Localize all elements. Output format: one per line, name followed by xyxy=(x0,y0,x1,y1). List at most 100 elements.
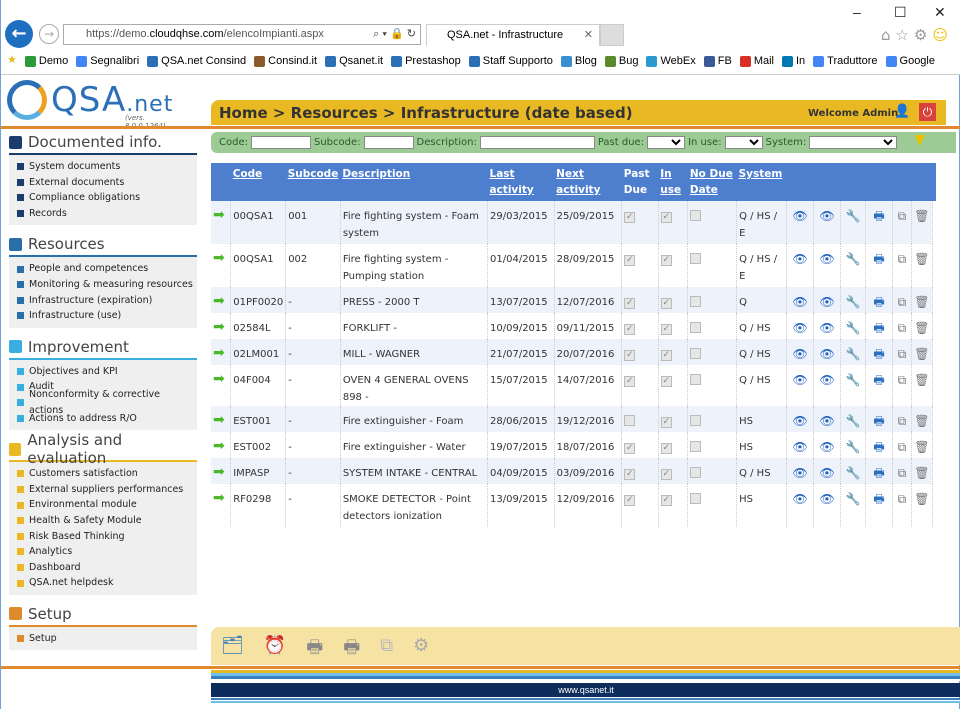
copy-icon[interactable]: ⧉ xyxy=(898,295,907,309)
sidebar-section-documented-info-[interactable]: Documented info. xyxy=(9,133,197,155)
new-tab-button[interactable] xyxy=(600,24,624,46)
sidebar-item[interactable]: Records xyxy=(17,206,197,222)
edit-wrench-icon[interactable]: 🔧 xyxy=(846,295,861,309)
copy-icon[interactable]: ⧉ xyxy=(898,466,907,480)
browser-tab[interactable]: QSA.net - Infrastructure ✕ xyxy=(426,24,600,46)
view-icon[interactable]: 👁 xyxy=(793,414,808,428)
sidebar-item[interactable]: Analytics xyxy=(17,544,197,560)
view-details-icon[interactable]: 👁 xyxy=(819,466,834,480)
delete-trash-icon[interactable]: 🗑 xyxy=(914,440,929,454)
minimize-button[interactable]: – xyxy=(853,4,861,20)
sidebar-section-setup[interactable]: Setup xyxy=(9,605,197,627)
delete-trash-icon[interactable]: 🗑 xyxy=(914,209,929,223)
open-row-cell[interactable]: ➡ xyxy=(211,484,232,527)
bookmark-item[interactable]: Prestashop xyxy=(391,53,461,69)
delete-trash-icon[interactable]: 🗑 xyxy=(914,492,929,506)
bookmark-item[interactable]: In xyxy=(781,53,805,69)
sidebar-item[interactable]: Health & Safety Module xyxy=(17,513,197,529)
print-icon[interactable]: 🖶 xyxy=(873,414,884,428)
delete-trash-icon[interactable]: 🗑 xyxy=(914,252,929,266)
open-row-cell[interactable]: ➡ xyxy=(211,339,232,365)
system-select[interactable] xyxy=(809,136,898,149)
print-icon[interactable]: 🖶 xyxy=(873,373,884,387)
edit-wrench-icon[interactable]: 🔧 xyxy=(846,347,861,361)
view-details-icon[interactable]: 👁 xyxy=(819,209,834,223)
copy-icon[interactable]: ⧉ xyxy=(380,635,393,665)
sidebar-section-analysis-and-evaluation[interactable]: Analysis and evaluation xyxy=(9,431,197,467)
view-details-icon[interactable]: 👁 xyxy=(819,321,834,335)
bookmark-item[interactable]: WebEx xyxy=(646,53,696,69)
sidebar-section-resources[interactable]: Resources xyxy=(9,235,197,258)
print-icon[interactable]: 🖶 xyxy=(873,209,884,223)
view-details-icon[interactable]: 👁 xyxy=(819,414,834,428)
copy-icon[interactable]: ⧉ xyxy=(898,373,907,387)
view-details-icon[interactable]: 👁 xyxy=(819,347,834,361)
view-details-icon[interactable]: 👁 xyxy=(819,440,834,454)
print-icon[interactable]: 🖶 xyxy=(873,347,884,361)
column-header-label[interactable]: In use xyxy=(660,168,681,196)
sidebar-item[interactable]: QSA.net helpdesk xyxy=(17,575,197,591)
open-row-cell[interactable]: ➡ xyxy=(211,365,232,406)
alarm-clock-icon[interactable]: ⏰ xyxy=(264,635,286,665)
open-row-cell[interactable]: ➡ xyxy=(211,458,232,484)
bookmark-item[interactable]: Traduttore xyxy=(813,53,878,69)
sidebar-item[interactable]: Customers satisfaction xyxy=(17,466,197,482)
sidebar-item[interactable]: Setup xyxy=(17,631,197,647)
search-lock-refresh-icon[interactable]: ⌕ ▾ 🔒 ↻ xyxy=(373,27,416,41)
column-header[interactable]: Description xyxy=(340,163,488,201)
subcode-input[interactable] xyxy=(363,136,414,149)
edit-wrench-icon[interactable]: 🔧 xyxy=(846,209,861,223)
column-header[interactable]: System xyxy=(736,163,787,201)
delete-trash-icon[interactable]: 🗑 xyxy=(914,414,929,428)
view-icon[interactable]: 👁 xyxy=(793,373,808,387)
forward-button[interactable]: → xyxy=(39,24,59,44)
open-arrow-icon[interactable]: ➡ xyxy=(213,464,225,480)
open-arrow-icon[interactable]: ➡ xyxy=(213,345,225,361)
delete-trash-icon[interactable]: 🗑 xyxy=(914,321,929,335)
edit-wrench-icon[interactable]: 🔧 xyxy=(846,373,861,387)
view-icon[interactable]: 👁 xyxy=(793,466,808,480)
open-row-cell[interactable]: ➡ xyxy=(211,406,232,432)
column-header[interactable]: In use xyxy=(658,163,688,201)
column-header-label[interactable]: Last activity xyxy=(490,168,534,196)
open-arrow-icon[interactable]: ➡ xyxy=(213,207,225,223)
copy-icon[interactable]: ⧉ xyxy=(898,440,907,454)
sidebar-item[interactable]: External suppliers performances xyxy=(17,482,197,498)
copy-icon[interactable]: ⧉ xyxy=(898,347,907,361)
open-row-cell[interactable]: ➡ xyxy=(211,244,232,287)
delete-trash-icon[interactable]: 🗑 xyxy=(914,347,929,361)
bookmark-item[interactable]: Staff Supporto xyxy=(468,53,553,69)
sidebar-item[interactable]: Infrastructure (expiration) xyxy=(17,293,197,309)
view-details-icon[interactable]: 👁 xyxy=(819,373,834,387)
delete-trash-icon[interactable]: 🗑 xyxy=(914,295,929,309)
in-use-select[interactable] xyxy=(724,136,763,149)
print-icon[interactable]: 🖶 xyxy=(873,295,884,309)
bookmark-item[interactable]: Segnalibri xyxy=(76,53,139,69)
sidebar-item[interactable]: Compliance obligations xyxy=(17,190,197,206)
close-button[interactable]: ✕ xyxy=(934,4,946,21)
edit-wrench-icon[interactable]: 🔧 xyxy=(846,492,861,506)
bookmark-item[interactable]: Blog xyxy=(560,53,597,69)
footer-link[interactable]: www.qsanet.it xyxy=(211,683,960,697)
favorites-star-icon[interactable]: ★ xyxy=(7,53,17,69)
open-arrow-icon[interactable]: ➡ xyxy=(213,371,225,387)
back-button[interactable]: ← xyxy=(5,20,33,48)
column-header[interactable]: Next activity xyxy=(554,163,622,201)
open-arrow-icon[interactable]: ➡ xyxy=(213,293,225,309)
printer-icon[interactable]: 🖶 xyxy=(343,635,360,665)
home-star-gear-smiley-icons[interactable]: ⌂☆⚙☺ xyxy=(881,26,953,44)
bookmark-item[interactable]: Bug xyxy=(604,53,638,69)
view-details-icon[interactable]: 👁 xyxy=(819,252,834,266)
sidebar-item[interactable]: External documents xyxy=(17,175,197,191)
edit-wrench-icon[interactable]: 🔧 xyxy=(846,252,861,266)
column-header-label[interactable]: No Due Date xyxy=(690,168,733,196)
delete-trash-icon[interactable]: 🗑 xyxy=(914,373,929,387)
maximize-button[interactable]: ☐ xyxy=(894,4,907,21)
copy-icon[interactable]: ⧉ xyxy=(898,321,907,335)
column-header-label[interactable]: System xyxy=(739,168,783,180)
sidebar-item[interactable]: Infrastructure (use) xyxy=(17,308,197,324)
sidebar-item[interactable]: Environmental module xyxy=(17,497,197,513)
column-header-label[interactable]: Next activity xyxy=(556,168,600,196)
open-arrow-icon[interactable]: ➡ xyxy=(213,490,225,506)
column-header[interactable]: Subcode xyxy=(285,163,341,201)
